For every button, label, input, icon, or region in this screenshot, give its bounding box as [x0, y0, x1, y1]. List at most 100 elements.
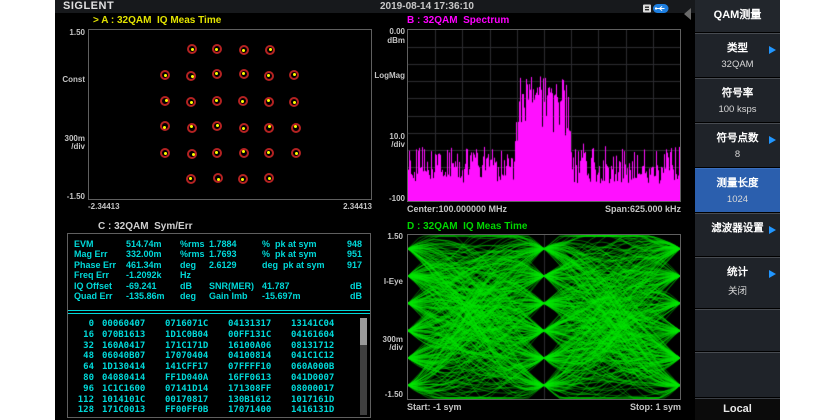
softkey-menu: QAM测量 类型 32QAM 符号率 100 ksps 符号点数8测量长度 1024 滤波器… — [695, 0, 780, 420]
d-ymax-label: 1.50 — [359, 232, 403, 241]
sidebar-blank-section — [695, 308, 780, 351]
sidebar-item-label: 滤波器设置 — [695, 213, 780, 235]
b-ref-unit: dBm — [361, 36, 405, 45]
sidebar-item-label: 测量长度 — [695, 168, 780, 190]
constellation-point — [187, 123, 197, 133]
constellation-point — [264, 148, 274, 158]
constellation-point — [264, 97, 274, 107]
sidebar-item-value: 关闭 — [695, 283, 780, 297]
sidebar-item-value: 1024 — [695, 194, 780, 205]
d-scale-unit: /div — [359, 343, 403, 352]
meas-row: Mag Err332.00m%rms1.7693% pk at sym951 — [68, 249, 370, 259]
constellation-point — [212, 148, 222, 158]
sidebar-item-statistics[interactable]: 统计关闭 — [695, 256, 780, 308]
constellation-point — [186, 71, 196, 81]
eye-canvas — [408, 235, 680, 399]
submenu-arrow-icon — [769, 270, 776, 278]
sidebar-item-symbol-rate[interactable]: 符号率 100 ksps — [695, 77, 780, 122]
d-start-label: Start: -1 sym — [407, 402, 462, 412]
meas-row: Freq Err-1.2092kHz — [68, 270, 370, 280]
b-ref-level: 0.00 — [361, 27, 405, 36]
constellation-point — [160, 96, 170, 106]
d-trace-label: I-Eye — [359, 277, 403, 286]
a-scale-unit: /div — [55, 142, 85, 151]
sidebar-item-label: 类型 — [695, 33, 780, 55]
constellation-point — [238, 96, 248, 106]
b-span: Span:625.000 kHz — [535, 204, 681, 214]
constellation-point — [264, 71, 274, 81]
constellation-point — [186, 174, 196, 184]
meas-row: Phase Err461.34mdeg2.6129deg pk at sym91… — [68, 260, 370, 270]
constellation-point — [238, 174, 248, 184]
b-scale-unit: /div — [361, 140, 405, 149]
collapse-menu-arrow-icon[interactable] — [684, 8, 691, 20]
meas-row: Quad Err-135.86mdegGain Imb-15.697mdB — [68, 291, 370, 301]
spectrum-canvas — [408, 30, 680, 201]
constellation-point — [212, 121, 222, 131]
menu-items: 类型 32QAM 符号率 100 ksps 符号点数8测量长度 1024 滤波器设置统计关闭 — [695, 32, 780, 308]
a-xmax-label: 2.34413 — [285, 202, 372, 211]
d-ymin-label: -1.50 — [359, 390, 403, 399]
sidebar-item-value: 32QAM — [695, 59, 780, 70]
screenshot-root: SIGLENT 2019-08-14 17:36:10 > A : 32QAM … — [0, 0, 840, 420]
window-a-title[interactable]: > A : 32QAM IQ Meas Time — [93, 15, 221, 26]
topbar: SIGLENT 2019-08-14 17:36:10 — [55, 0, 695, 13]
datetime-display: 2019-08-14 17:36:10 — [380, 1, 474, 12]
constellation-point — [291, 148, 301, 158]
sidebar-item-filter-settings[interactable]: 滤波器设置 — [695, 212, 780, 256]
menu-header: QAM测量 — [695, 0, 780, 32]
b-center-freq: Center:100.000000 MHz — [407, 204, 507, 214]
constellation-points — [89, 30, 371, 199]
eye-plot — [407, 234, 681, 400]
constellation-point — [239, 123, 249, 133]
a-xmin-label: -2.34413 — [88, 202, 120, 211]
constellation-point — [239, 69, 249, 79]
constellation-point — [289, 70, 299, 80]
analyzer-screen: SIGLENT 2019-08-14 17:36:10 > A : 32QAM … — [55, 0, 780, 420]
constellation-point — [289, 97, 299, 107]
window-d-title[interactable]: D : 32QAM IQ Meas Time — [407, 221, 527, 232]
constellation-point — [264, 173, 274, 183]
sidebar-item-label: 统计 — [695, 257, 780, 279]
sidebar-item-meas-length[interactable]: 测量长度 1024 — [695, 167, 780, 212]
sidebar-blank-section — [695, 351, 780, 397]
meas-row: EVM514.74m%rms1.7884% pk at sym948 — [68, 239, 370, 249]
submenu-arrow-icon — [769, 226, 776, 234]
a-trace-label: Const — [55, 75, 85, 84]
constellation-point — [160, 70, 170, 80]
submenu-arrow-icon — [769, 46, 776, 54]
sidebar-item-value: 100 ksps — [695, 104, 780, 115]
constellation-point — [264, 123, 274, 133]
constellation-point — [239, 148, 249, 158]
constellation-point — [291, 123, 301, 133]
b-ymin-label: -100 — [361, 194, 405, 203]
submenu-arrow-icon — [769, 136, 776, 144]
constellation-point — [265, 45, 275, 55]
meas-row: IQ Offset-69.241dBSNR(MER)41.787dB — [68, 281, 370, 291]
constellation-point — [212, 69, 222, 79]
window-c-title[interactable]: C : 32QAM Sym/Err — [98, 221, 192, 232]
a-ymin-label: -1.50 — [55, 192, 85, 201]
constellation-point — [186, 97, 196, 107]
sidebar-item-symbol-points[interactable]: 符号点数8 — [695, 122, 780, 167]
constellation-point — [187, 149, 197, 159]
usb-icon — [643, 1, 669, 12]
sidebar-item-label: 符号率 — [695, 78, 780, 100]
constellation-point — [212, 44, 222, 54]
b-trace-label: LogMag — [361, 71, 405, 80]
constellation-point — [187, 44, 197, 54]
sidebar-item-type[interactable]: 类型 32QAM — [695, 32, 780, 77]
constellation-point — [239, 45, 249, 55]
constellation-plot — [88, 29, 372, 200]
spectrum-plot — [407, 29, 681, 202]
table-separator — [68, 310, 370, 314]
constellation-point — [212, 96, 222, 106]
constellation-point — [160, 148, 170, 158]
constellation-point — [213, 173, 223, 183]
sidebar-item-label: 符号点数 — [695, 123, 780, 145]
siglent-logo: SIGLENT — [63, 0, 114, 12]
constellation-point — [160, 121, 170, 131]
window-b-title[interactable]: B : 32QAM Spectrum — [407, 15, 509, 26]
local-button[interactable]: Local — [695, 397, 780, 420]
hex-scrollbar[interactable] — [360, 318, 367, 415]
